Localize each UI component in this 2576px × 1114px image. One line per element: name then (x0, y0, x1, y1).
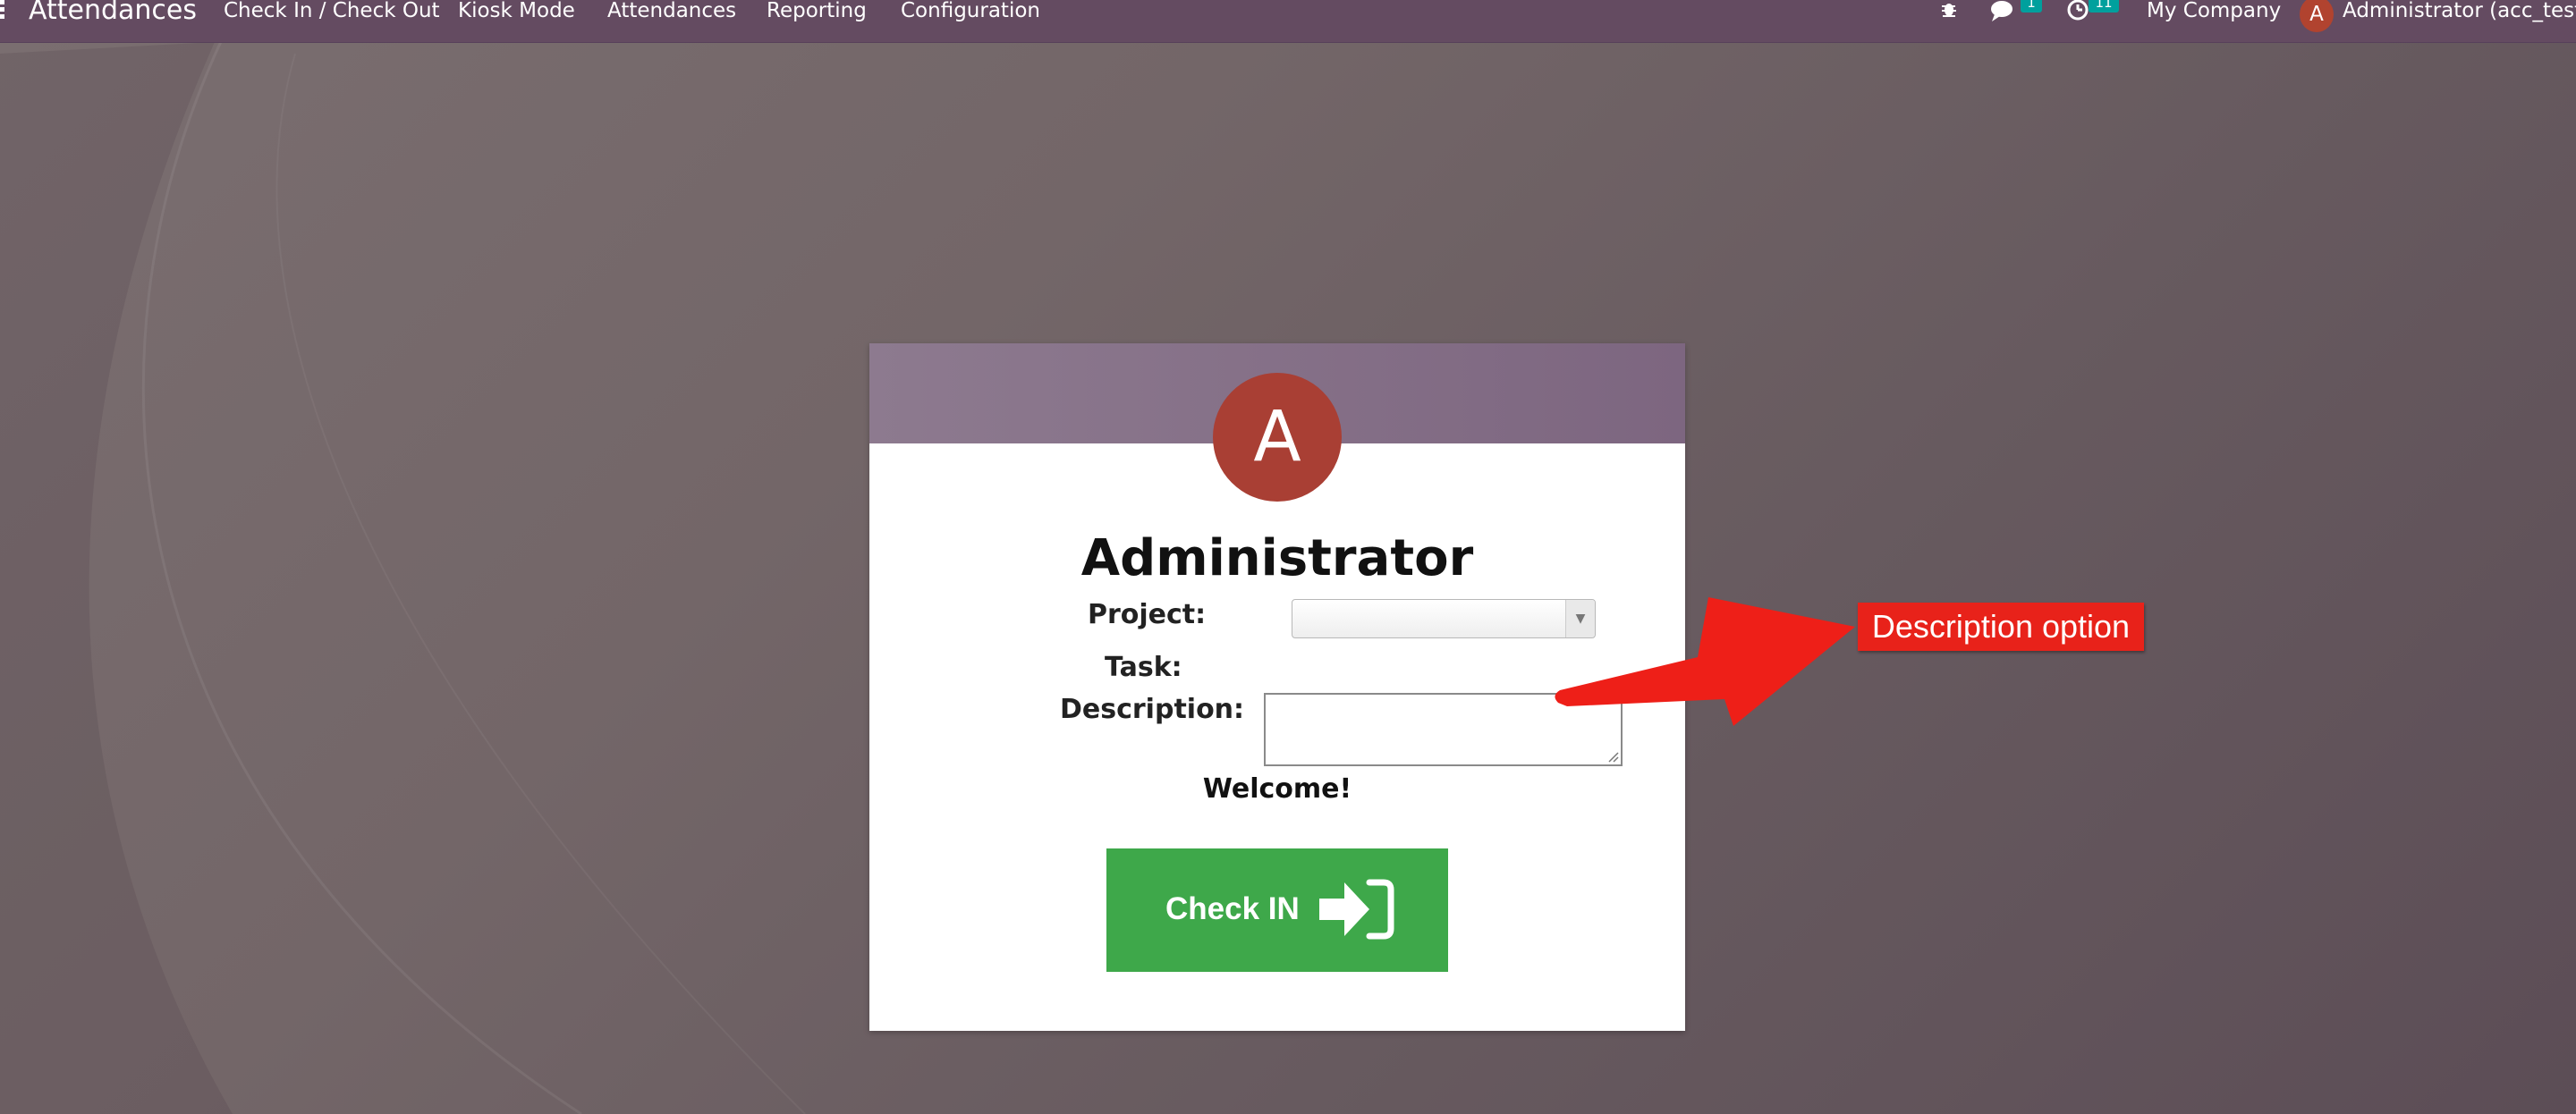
check-in-label: Check IN (1165, 891, 1300, 926)
menu-kiosk-mode[interactable]: Kiosk Mode (458, 0, 575, 24)
user-avatar[interactable]: A (2300, 0, 2334, 32)
activities-badge: 11 (2089, 0, 2119, 13)
check-in-button[interactable]: Check IN (1106, 848, 1448, 972)
user-menu[interactable]: Administrator (acc_test) (2343, 0, 2576, 24)
menu-reporting[interactable]: Reporting (767, 0, 867, 24)
employee-avatar: A (1213, 373, 1342, 502)
menu-attendances[interactable]: Attendances (607, 0, 736, 24)
chat-icon[interactable] (1989, 0, 2018, 27)
app-brand[interactable]: Attendances (29, 0, 197, 27)
welcome-message: Welcome! (1202, 773, 1352, 805)
annotation-label: Description option (1858, 603, 2144, 651)
project-label: Project: (1088, 599, 1207, 630)
annotation-arrow-icon (1555, 597, 1855, 726)
apps-grid-icon[interactable] (0, 0, 9, 20)
resize-grip-icon[interactable] (1606, 750, 1619, 763)
sign-in-icon (1319, 879, 1394, 940)
clock-icon[interactable] (2066, 0, 2089, 27)
bug-icon[interactable] (1939, 0, 1959, 23)
menu-check-in-out[interactable]: Check In / Check Out (224, 0, 440, 24)
company-switcher[interactable]: My Company (2147, 0, 2281, 24)
menu-configuration[interactable]: Configuration (901, 0, 1040, 24)
description-label: Description: (1060, 694, 1245, 725)
employee-name: Administrator (1080, 529, 1474, 587)
top-navbar: Attendances Check In / Check Out Kiosk M… (0, 0, 2576, 43)
task-label: Task: (1105, 652, 1182, 683)
messages-badge: 1 (2021, 0, 2042, 13)
